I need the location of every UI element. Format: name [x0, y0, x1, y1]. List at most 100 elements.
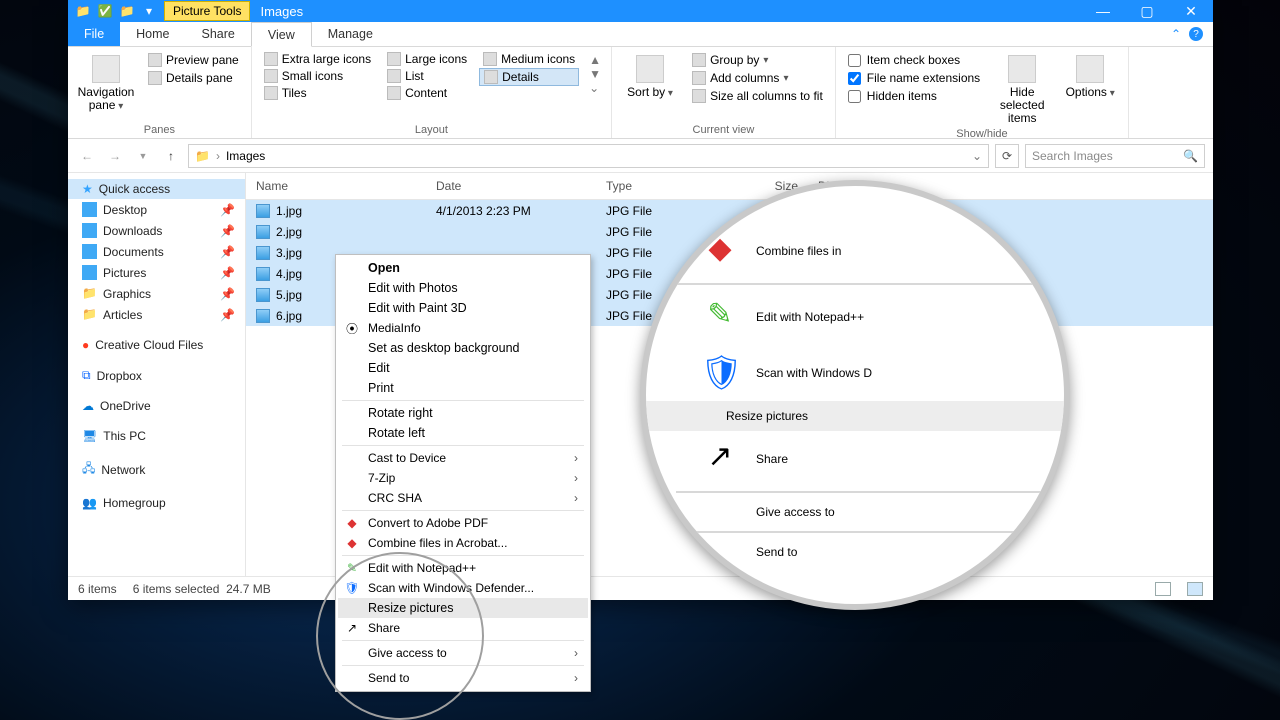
details-pane-button[interactable]: Details pane: [144, 69, 243, 87]
hidden-items-toggle[interactable]: Hidden items: [844, 87, 984, 105]
minimize-button[interactable]: —: [1081, 0, 1125, 22]
layout-content[interactable]: Content: [383, 85, 471, 101]
address-dropdown-icon[interactable]: ⌄: [972, 149, 982, 163]
sidebar-quick-access[interactable]: ★Quick access: [68, 179, 245, 199]
acrobat-icon: ◆: [344, 535, 360, 551]
collapse-ribbon-icon[interactable]: ⌃: [1171, 27, 1181, 41]
defender-icon: 🛡: [700, 353, 740, 393]
tab-home[interactable]: Home: [120, 22, 185, 46]
layout-scroll-up[interactable]: ▲: [589, 53, 601, 67]
sidebar-item-this-pc[interactable]: 🖥This PC: [68, 426, 245, 446]
dropbox-icon: ⧉: [82, 368, 91, 383]
window-title: Images: [250, 4, 313, 19]
view-thumbnails-icon[interactable]: [1187, 582, 1203, 596]
menu-crc-sha[interactable]: CRC SHA›: [338, 488, 588, 508]
tab-manage[interactable]: Manage: [312, 22, 389, 46]
hide-selected-button[interactable]: Hide selected items: [992, 51, 1052, 126]
qat-newfolder-icon[interactable]: 📁: [120, 4, 134, 18]
layout-details[interactable]: Details: [479, 68, 579, 86]
menu-set-desktop-bg[interactable]: Set as desktop background: [338, 338, 588, 358]
search-box[interactable]: Search Images 🔍: [1025, 144, 1205, 168]
column-type[interactable]: Type: [596, 173, 722, 199]
sidebar-item-dropbox[interactable]: ⧉Dropbox: [68, 365, 245, 386]
image-file-icon: [256, 204, 270, 218]
menu-edit-paint3d[interactable]: Edit with Paint 3D: [338, 298, 588, 318]
layout-xl[interactable]: Extra large icons: [260, 51, 375, 67]
sidebar-item-pictures[interactable]: Pictures📌: [68, 262, 245, 283]
pin-icon: 📌: [220, 224, 235, 238]
zoom-overlay: ◆Combine files in ✎Edit with Notepad++ 🛡…: [640, 180, 1070, 610]
menu-open[interactable]: Open: [338, 258, 588, 278]
layout-expand[interactable]: ⌄: [589, 81, 601, 95]
menu-edit-notepadpp[interactable]: ✎Edit with Notepad++: [338, 558, 588, 578]
menu-combine-acrobat[interactable]: ◆Combine files in Acrobat...: [338, 533, 588, 553]
menu-edit[interactable]: Edit: [338, 358, 588, 378]
image-file-icon: [256, 309, 270, 323]
maximize-button[interactable]: ▢: [1125, 0, 1169, 22]
sort-by-button[interactable]: Sort by: [620, 51, 680, 99]
up-button[interactable]: ↑: [160, 145, 182, 167]
qat-dropdown-icon[interactable]: ▾: [142, 4, 156, 18]
search-icon: 🔍: [1183, 149, 1198, 163]
navigation-pane-button[interactable]: Navigation pane: [76, 51, 136, 112]
group-by-button[interactable]: Group by: [688, 51, 827, 69]
sidebar-item-network[interactable]: 🖧Network: [68, 456, 245, 483]
refresh-button[interactable]: ⟳: [995, 144, 1019, 168]
address-segment[interactable]: Images: [226, 149, 265, 163]
status-count: 6 items: [78, 582, 117, 596]
size-columns-button[interactable]: Size all columns to fit: [688, 87, 827, 105]
layout-large[interactable]: Large icons: [383, 51, 471, 67]
menu-rotate-left[interactable]: Rotate left: [338, 423, 588, 443]
sidebar-item-articles[interactable]: 📁Articles📌: [68, 304, 245, 325]
menu-print[interactable]: Print: [338, 378, 588, 398]
onedrive-icon: ☁: [82, 399, 94, 413]
file-row[interactable]: 1.jpg4/1/2013 2:23 PMJPG File4,436 KB469…: [246, 200, 1213, 221]
menu-share[interactable]: ↗Share: [338, 618, 588, 638]
item-checkboxes-toggle[interactable]: Item check boxes: [844, 51, 984, 69]
menu-send-to[interactable]: Send to›: [338, 668, 588, 688]
layout-small[interactable]: Small icons: [260, 68, 375, 84]
menu-cast[interactable]: Cast to Device›: [338, 448, 588, 468]
share-icon: ↗: [344, 620, 360, 636]
menu-give-access[interactable]: Give access to›: [338, 643, 588, 663]
menu-edit-photos[interactable]: Edit with Photos: [338, 278, 588, 298]
layout-medium[interactable]: Medium icons: [479, 51, 579, 67]
recent-locations-button[interactable]: ▼: [132, 145, 154, 167]
add-columns-button[interactable]: Add columns: [688, 69, 827, 87]
address-bar[interactable]: 📁› Images ⌄: [188, 144, 989, 168]
menu-resize-pictures[interactable]: Resize pictures: [338, 598, 588, 618]
menu-mediainfo[interactable]: ⦿MediaInfo: [338, 318, 588, 338]
pin-icon: 📌: [220, 245, 235, 259]
menu-scan-defender[interactable]: 🛡Scan with Windows Defender...: [338, 578, 588, 598]
notepadpp-icon: ✎: [344, 560, 360, 576]
sidebar-item-homegroup[interactable]: 👥Homegroup: [68, 493, 245, 513]
sidebar-item-graphics[interactable]: 📁Graphics📌: [68, 283, 245, 304]
tab-share[interactable]: Share: [186, 22, 251, 46]
menu-7zip[interactable]: 7-Zip›: [338, 468, 588, 488]
back-button[interactable]: ←: [76, 145, 98, 167]
menu-rotate-right[interactable]: Rotate right: [338, 403, 588, 423]
layout-list[interactable]: List: [383, 68, 471, 84]
tab-file[interactable]: File: [68, 22, 120, 46]
ribbon-group-currentview: Sort by Group by Add columns Size all co…: [612, 47, 836, 138]
share-icon: ↗: [700, 439, 740, 479]
options-button[interactable]: Options: [1060, 51, 1120, 99]
tab-view[interactable]: View: [251, 22, 312, 47]
preview-pane-button[interactable]: Preview pane: [144, 51, 243, 69]
sidebar-item-downloads[interactable]: Downloads📌: [68, 220, 245, 241]
help-icon[interactable]: ?: [1189, 27, 1203, 41]
close-button[interactable]: ✕: [1169, 0, 1213, 22]
sidebar-item-documents[interactable]: Documents📌: [68, 241, 245, 262]
sidebar-item-desktop[interactable]: Desktop📌: [68, 199, 245, 220]
sidebar-item-creative-cloud[interactable]: ●Creative Cloud Files: [68, 335, 245, 355]
menu-convert-pdf[interactable]: ◆Convert to Adobe PDF: [338, 513, 588, 533]
sidebar-item-onedrive[interactable]: ☁OneDrive: [68, 396, 245, 416]
view-details-icon[interactable]: [1155, 582, 1171, 596]
column-date[interactable]: Date: [426, 173, 596, 199]
qat-properties-icon[interactable]: ✅: [98, 4, 112, 18]
layout-tiles[interactable]: Tiles: [260, 85, 375, 101]
forward-button[interactable]: →: [104, 145, 126, 167]
filename-ext-toggle[interactable]: File name extensions: [844, 69, 984, 87]
column-name[interactable]: Name: [246, 173, 426, 199]
layout-scroll-down[interactable]: ▼: [589, 67, 601, 81]
